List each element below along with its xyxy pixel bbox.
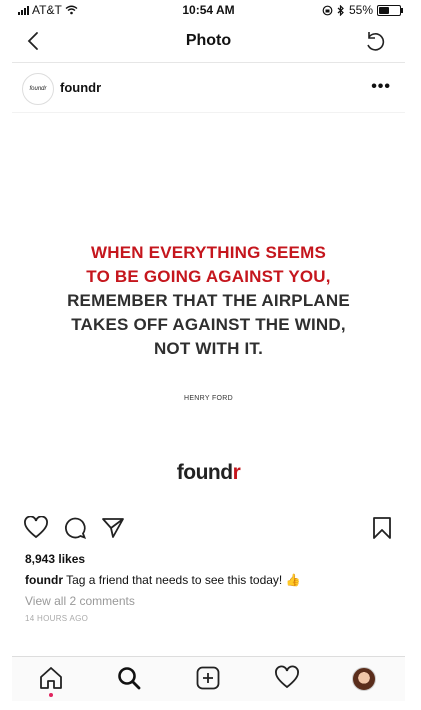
battery-icon: [377, 4, 403, 16]
status-right: 55%: [322, 3, 403, 17]
post-actions: [12, 510, 405, 546]
search-icon[interactable]: [116, 665, 142, 691]
quote-text: WHEN EVERYTHING SEEMS TO BE GOING AGAINS…: [12, 241, 405, 361]
quote-line: WHEN EVERYTHING SEEMS: [91, 243, 326, 262]
activity-heart-icon[interactable]: [274, 665, 300, 691]
quote-line: REMEMBER THAT THE AIRPLANE: [67, 291, 350, 310]
more-options-icon[interactable]: •••: [371, 78, 391, 96]
page-title: Photo: [185, 32, 232, 49]
post-caption: foundr Tag a friend that needs to see th…: [25, 573, 301, 587]
notification-dot: [49, 693, 53, 697]
caption-username[interactable]: foundr: [25, 573, 63, 587]
bluetooth-icon: [337, 4, 344, 16]
profile-avatar-icon[interactable]: [352, 667, 376, 691]
refresh-icon[interactable]: [363, 30, 387, 54]
brand-logo: foundr: [176, 461, 241, 484]
instagram-post-screen: AT&T 10:54 AM 55% Photo foundr foundr ••…: [12, 0, 405, 710]
post-header: foundr foundr •••: [12, 62, 405, 112]
rotation-lock-icon: [322, 5, 333, 15]
new-post-icon[interactable]: [195, 665, 221, 691]
comment-icon[interactable]: [63, 516, 87, 540]
bottom-tab-bar: [12, 656, 405, 701]
heart-icon[interactable]: [23, 516, 49, 540]
view-comments-link[interactable]: View all 2 comments: [25, 594, 135, 608]
quote-author: HENRY FORD: [183, 395, 234, 402]
home-icon[interactable]: [38, 665, 64, 691]
avatar[interactable]: foundr: [22, 73, 54, 105]
caption-text: Tag a friend that needs to see this toda…: [63, 573, 301, 587]
likes-count[interactable]: 8,943 likes: [25, 552, 85, 566]
quote-line: TO BE GOING AGAINST YOU,: [86, 267, 331, 286]
quote-line: TAKES OFF AGAINST THE WIND,: [71, 315, 346, 334]
battery-percent: 55%: [348, 3, 373, 17]
post-timestamp: 14 HOURS AGO: [25, 614, 89, 623]
share-icon[interactable]: [101, 516, 125, 540]
bookmark-icon[interactable]: [372, 516, 392, 540]
quote-line: NOT WITH IT.: [153, 339, 264, 358]
status-bar: AT&T 10:54 AM 55%: [12, 0, 405, 20]
post-username[interactable]: foundr: [60, 80, 101, 95]
post-image[interactable]: WHEN EVERYTHING SEEMS TO BE GOING AGAINS…: [12, 112, 405, 506]
nav-bar: Photo: [12, 22, 405, 63]
